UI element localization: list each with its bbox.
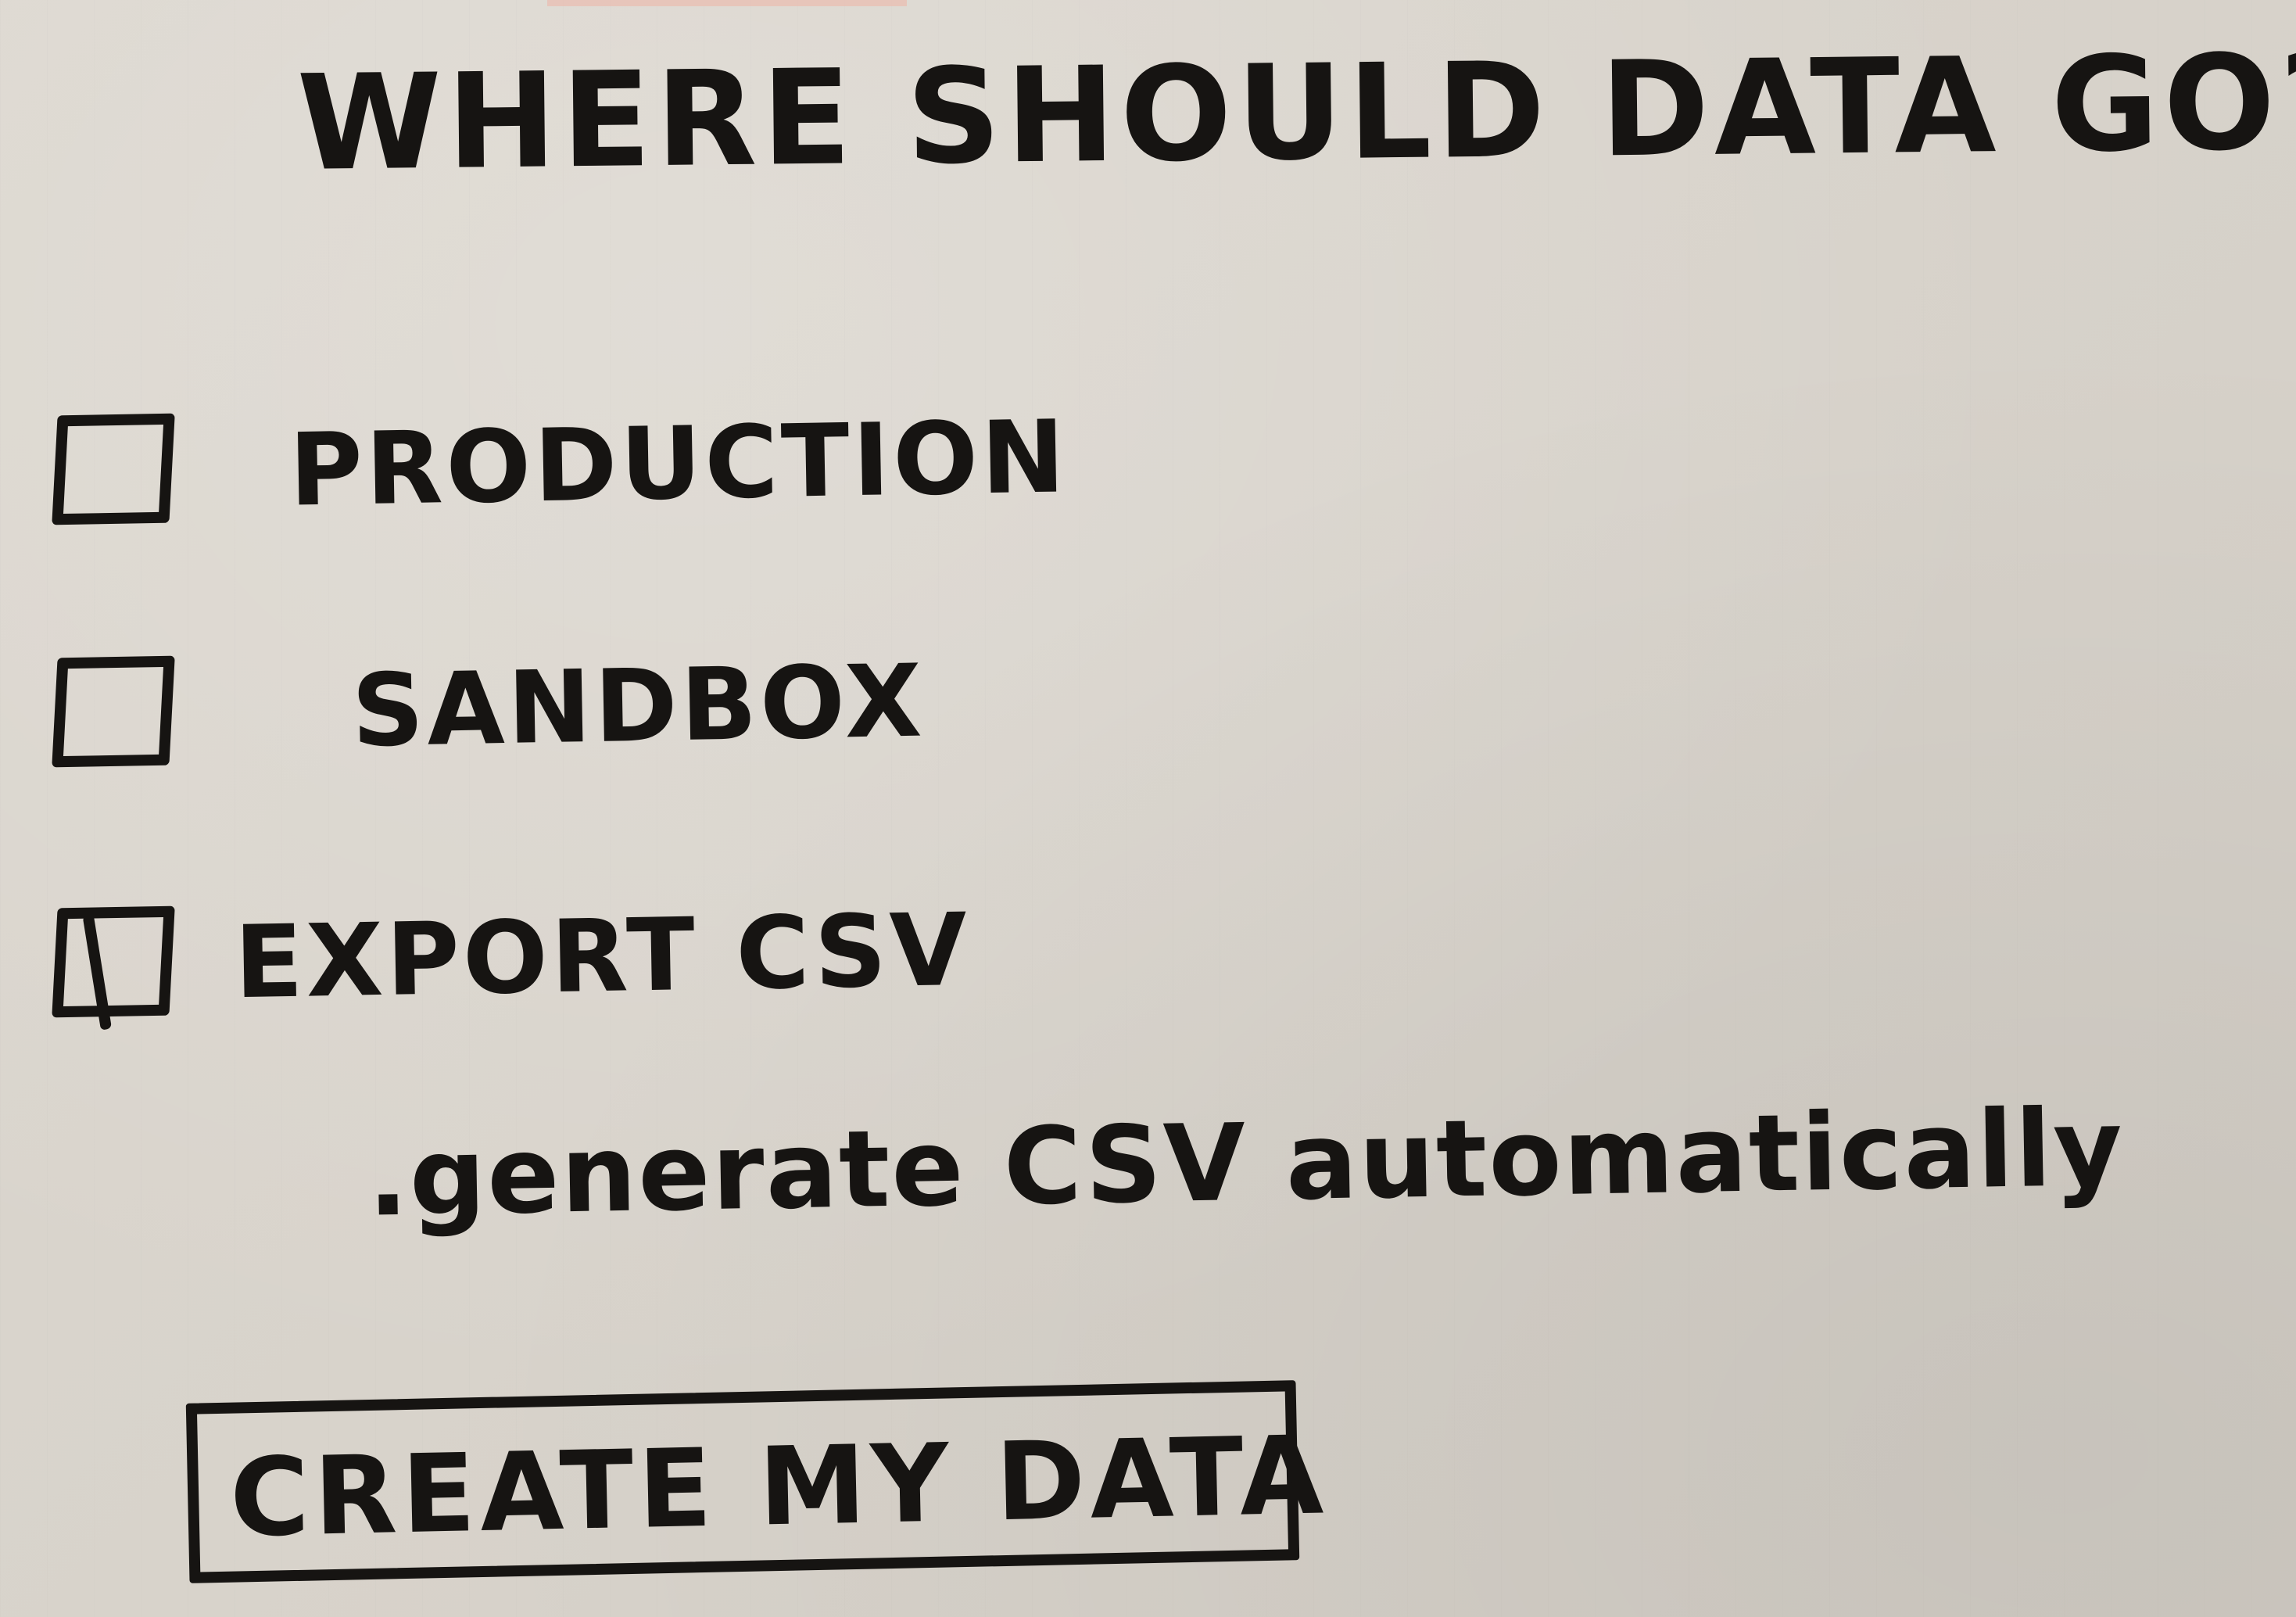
production-checkbox[interactable] xyxy=(52,413,175,525)
create-button-label: CREATE MY DATA xyxy=(228,1412,1330,1561)
production-label: PRODUCTION xyxy=(288,399,1069,529)
option-sandbox[interactable]: SANDBOX xyxy=(52,643,1227,774)
option-export-csv[interactable]: EXPORT CSV xyxy=(52,891,1227,1024)
paper-sketch: WHERE SHOULD DATA GO? PRODUCTION SANDBOX… xyxy=(0,0,2296,1617)
page-title: WHERE SHOULD DATA GO? xyxy=(296,25,2296,200)
export-csv-label: EXPORT CSV xyxy=(233,891,972,1022)
option-production[interactable]: PRODUCTION xyxy=(52,399,1227,532)
sandbox-label: SANDBOX xyxy=(350,643,926,770)
export-csv-sub-option: .generate CSV automatically xyxy=(366,1086,2126,1241)
create-my-data-button[interactable]: CREATE MY DATA xyxy=(185,1380,1329,1583)
sandbox-checkbox[interactable] xyxy=(52,655,175,768)
export-csv-checkbox[interactable] xyxy=(52,905,175,1018)
paper-edge-strip xyxy=(547,0,907,6)
